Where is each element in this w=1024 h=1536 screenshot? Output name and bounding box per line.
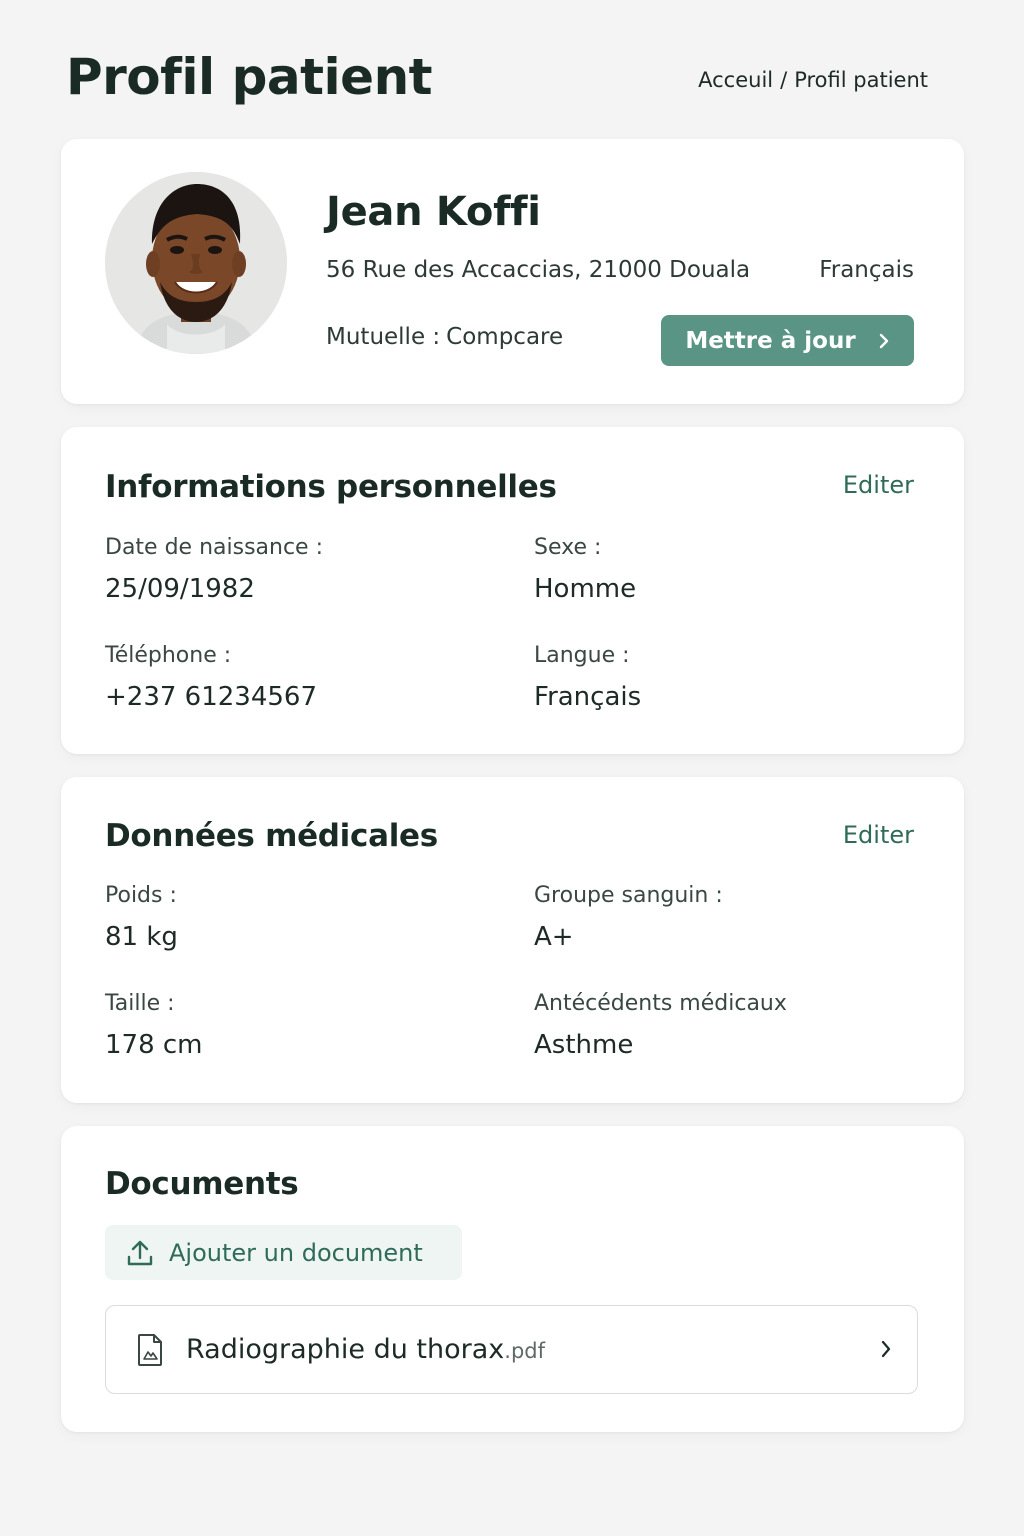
chevron-right-icon: [879, 333, 888, 348]
breadcrumb-separator: /: [780, 68, 788, 92]
field-value: Français: [534, 682, 642, 712]
field-value: A+: [534, 922, 574, 952]
field-label: Langue :: [534, 643, 630, 668]
documents-title: Documents: [105, 1166, 299, 1202]
phone-field: Téléphone : +237 61234567: [105, 643, 317, 712]
birthdate-field: Date de naissance : 25/09/1982: [105, 535, 323, 604]
document-extension: .pdf: [504, 1339, 546, 1363]
file-icon: [138, 1333, 162, 1366]
personal-info-title: Informations personnelles: [105, 469, 557, 505]
field-label: Date de naissance :: [105, 535, 323, 560]
breadcrumb-current: Profil patient: [794, 68, 928, 92]
field-label: Antécédents médicaux: [534, 991, 787, 1016]
field-label: Poids :: [105, 883, 177, 908]
field-value: Homme: [534, 574, 637, 604]
patient-language: Français: [819, 257, 914, 283]
user-avatar-icon: [105, 172, 287, 354]
medical-data-title: Données médicales: [105, 818, 438, 854]
add-document-label: Ajouter un document: [169, 1238, 423, 1267]
medical-data-card: Données médicales Editer Poids : 81 kg G…: [61, 777, 964, 1103]
field-label: Groupe sanguin :: [534, 883, 723, 908]
patient-address: 56 Rue des Accaccias, 21000 Douala: [326, 257, 751, 283]
field-value: 81 kg: [105, 922, 178, 952]
avatar: [105, 172, 287, 354]
profile-card: Jean Koffi 56 Rue des Accaccias, 21000 D…: [61, 139, 964, 404]
document-name: Radiographie du thorax.pdf: [186, 1334, 545, 1365]
medical-data-edit-link[interactable]: Editer: [843, 821, 914, 849]
breadcrumb: Acceuil / Profil patient: [698, 68, 928, 92]
field-label: Sexe :: [534, 535, 602, 560]
documents-card: Documents Ajouter un document Radiograph…: [61, 1126, 964, 1432]
chevron-right-icon: [881, 1340, 891, 1358]
personal-info-edit-link[interactable]: Editer: [843, 471, 914, 499]
page-title: Profil patient: [66, 48, 433, 106]
update-button[interactable]: Mettre à jour: [661, 315, 914, 366]
medical-history-field: Antécédents médicaux Asthme: [534, 991, 787, 1060]
document-basename: Radiographie du thorax: [186, 1334, 505, 1365]
field-value: +237 61234567: [105, 682, 318, 712]
height-field: Taille : 178 cm: [105, 991, 203, 1060]
mutuelle-label: Mutuelle :: [326, 324, 441, 350]
add-document-button[interactable]: Ajouter un document: [105, 1225, 462, 1280]
document-row[interactable]: Radiographie du thorax.pdf: [105, 1305, 918, 1394]
field-value: 25/09/1982: [105, 574, 255, 604]
field-label: Téléphone :: [105, 643, 232, 668]
patient-name: Jean Koffi: [326, 189, 541, 235]
weight-field: Poids : 81 kg: [105, 883, 178, 952]
blood-group-field: Groupe sanguin : A+: [534, 883, 723, 952]
upload-icon: [127, 1240, 153, 1265]
field-label: Taille :: [105, 991, 175, 1016]
field-value: 178 cm: [105, 1030, 203, 1060]
personal-info-card: Informations personnelles Editer Date de…: [61, 427, 964, 754]
breadcrumb-home-link[interactable]: Acceuil: [698, 68, 773, 92]
sex-field: Sexe : Homme: [534, 535, 636, 604]
language-field: Langue : Français: [534, 643, 641, 712]
update-button-label: Mettre à jour: [685, 327, 856, 354]
mutuelle-value: Compcare: [446, 324, 564, 350]
mutuelle: Mutuelle : Compcare: [326, 324, 563, 350]
field-value: Asthme: [534, 1030, 634, 1060]
